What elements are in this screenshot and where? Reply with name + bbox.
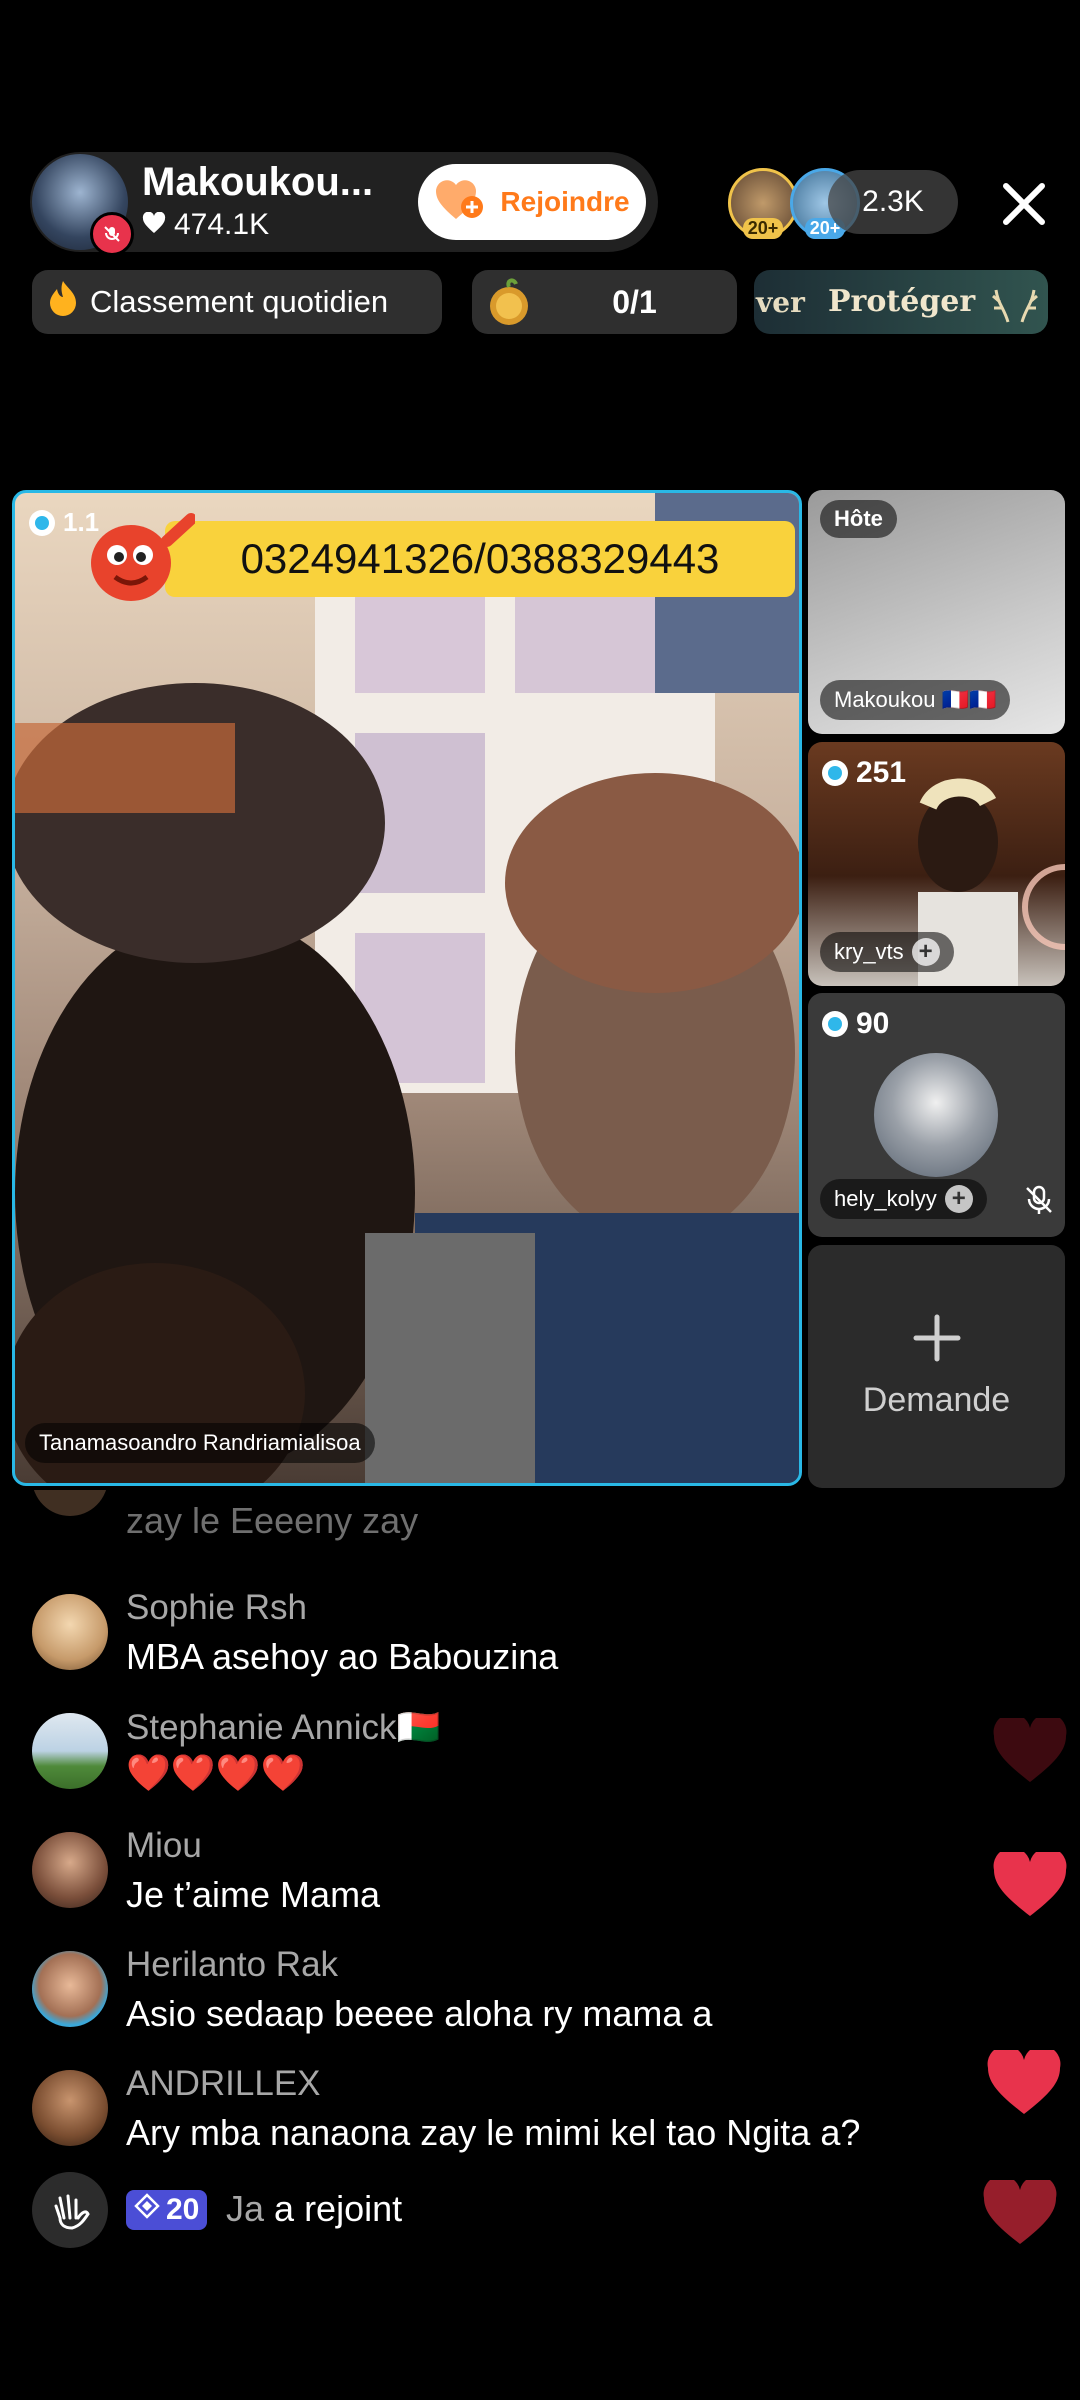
gem-icon bbox=[29, 509, 55, 536]
gem-icon bbox=[822, 1011, 848, 1037]
join-heart-icon bbox=[434, 177, 490, 228]
host-tile[interactable]: Hôte Makoukou 🇫🇷🇫🇷 bbox=[808, 490, 1065, 734]
guest1-name-label: kry_vts + bbox=[820, 932, 954, 972]
request-tile[interactable]: Demande bbox=[808, 1245, 1065, 1488]
mic-muted-icon bbox=[90, 212, 134, 256]
fire-icon bbox=[46, 279, 80, 325]
comment-name[interactable]: Stephanie Annick🇲🇬 bbox=[126, 1707, 440, 1748]
close-icon[interactable] bbox=[996, 176, 1052, 232]
comment-text: Ary mba nanaona zay le mimi kel tao Ngit… bbox=[126, 2112, 861, 2153]
comment-text: Je t’aime Mama bbox=[126, 1874, 381, 1915]
guest2-gem-count: 90 bbox=[856, 1007, 890, 1040]
wave-hand-icon bbox=[32, 2172, 108, 2248]
comment-avatar[interactable] bbox=[32, 1713, 108, 1789]
join-label: Rejoindre bbox=[500, 186, 630, 217]
mascot-icon bbox=[79, 511, 197, 612]
likes-count: 474.1K bbox=[174, 208, 270, 241]
guest2-name-label: hely_kolyy + bbox=[820, 1179, 987, 1219]
daily-ranking-label: Classement quotidien bbox=[90, 284, 389, 319]
protect-label: Protéger bbox=[828, 284, 976, 319]
viewer-badge: 20+ bbox=[742, 218, 784, 239]
comment-text: MBA asehoy ao Babouzina bbox=[126, 1636, 559, 1677]
comment-faded: zay le Eeeeny zay bbox=[0, 1490, 1080, 1550]
antler-icon bbox=[990, 278, 1040, 332]
viewer-avatar[interactable]: 20+ bbox=[728, 168, 798, 239]
guest1-name: kry_vts bbox=[834, 939, 904, 964]
level-badge: 20 bbox=[126, 2190, 208, 2230]
heart-icon bbox=[142, 208, 166, 242]
join-button[interactable]: Rejoindre bbox=[418, 164, 646, 240]
guest2-name: hely_kolyy bbox=[834, 1186, 937, 1211]
comment-avatar[interactable] bbox=[32, 1832, 108, 1908]
guest-tile-hely[interactable]: 90 hely_kolyy + bbox=[808, 993, 1065, 1237]
floating-heart-icon bbox=[992, 1847, 1068, 1923]
video-frame-illustration bbox=[15, 493, 799, 1483]
guest2-gem-badge: 90 bbox=[822, 1007, 889, 1041]
level-number: 20 bbox=[166, 2193, 200, 2226]
goal-progress: 0/1 bbox=[612, 283, 657, 320]
comment-avatar[interactable] bbox=[32, 2070, 108, 2146]
phone-banner: 0324941326/0388329443 bbox=[165, 521, 795, 597]
follow-plus-icon[interactable]: + bbox=[911, 938, 940, 966]
floating-heart-icon bbox=[986, 2045, 1062, 2121]
floating-heart-icon bbox=[992, 1713, 1068, 1789]
host-badge: Hôte bbox=[820, 500, 897, 538]
host-tile-name: Makoukou 🇫🇷🇫🇷 bbox=[820, 680, 1011, 720]
daily-ranking-chip[interactable]: Classement quotidien bbox=[32, 270, 442, 334]
comment-name[interactable]: Herilanto Rak bbox=[126, 1945, 338, 1985]
comment-name[interactable]: Miou bbox=[126, 1826, 202, 1866]
protect-prefix: ver bbox=[756, 286, 805, 319]
main-user-name: Tanamasoandro Randriamialisoa bbox=[25, 1423, 375, 1463]
comment-name[interactable]: ANDRILLEX bbox=[126, 2064, 321, 2104]
guest2-avatar bbox=[874, 1053, 998, 1177]
comment-text: zay le Eeeeny zay bbox=[126, 1500, 419, 1541]
join-user[interactable]: Ja bbox=[226, 2188, 264, 2229]
comment-avatar[interactable] bbox=[32, 1490, 108, 1516]
follow-plus-icon[interactable]: + bbox=[944, 1185, 973, 1213]
comment-text: Asio sedaap beeee aloha ry mama a bbox=[126, 1993, 713, 2034]
viewer-count[interactable]: 2.3K bbox=[828, 170, 958, 234]
floating-heart-icon bbox=[982, 2175, 1058, 2251]
host-name[interactable]: Makoukou... bbox=[142, 160, 373, 205]
protect-chip[interactable]: ver Protéger bbox=[754, 270, 1048, 334]
comment-text: ❤️❤️❤️❤️ bbox=[126, 1752, 306, 1793]
comment-avatar[interactable] bbox=[32, 1951, 108, 2027]
host-likes: 474.1K bbox=[142, 208, 269, 242]
main-video-tile[interactable]: 1.1 0324941326/0388329443 Tanamasoandro … bbox=[12, 490, 802, 1486]
goal-chip[interactable]: 0/1 bbox=[472, 270, 737, 334]
comment-avatar[interactable] bbox=[32, 1594, 108, 1670]
join-event-text: Ja a rejoint bbox=[226, 2188, 402, 2230]
plus-icon bbox=[912, 1313, 962, 1368]
join-action: a rejoint bbox=[274, 2188, 403, 2229]
request-label: Demande bbox=[862, 1381, 1011, 1419]
guest-tile-kry[interactable]: 251 kry_vts + bbox=[808, 742, 1065, 986]
mic-off-icon bbox=[1022, 1183, 1056, 1222]
diamond-icon bbox=[134, 2193, 160, 2227]
comment-name[interactable]: Sophie Rsh bbox=[126, 1588, 307, 1628]
